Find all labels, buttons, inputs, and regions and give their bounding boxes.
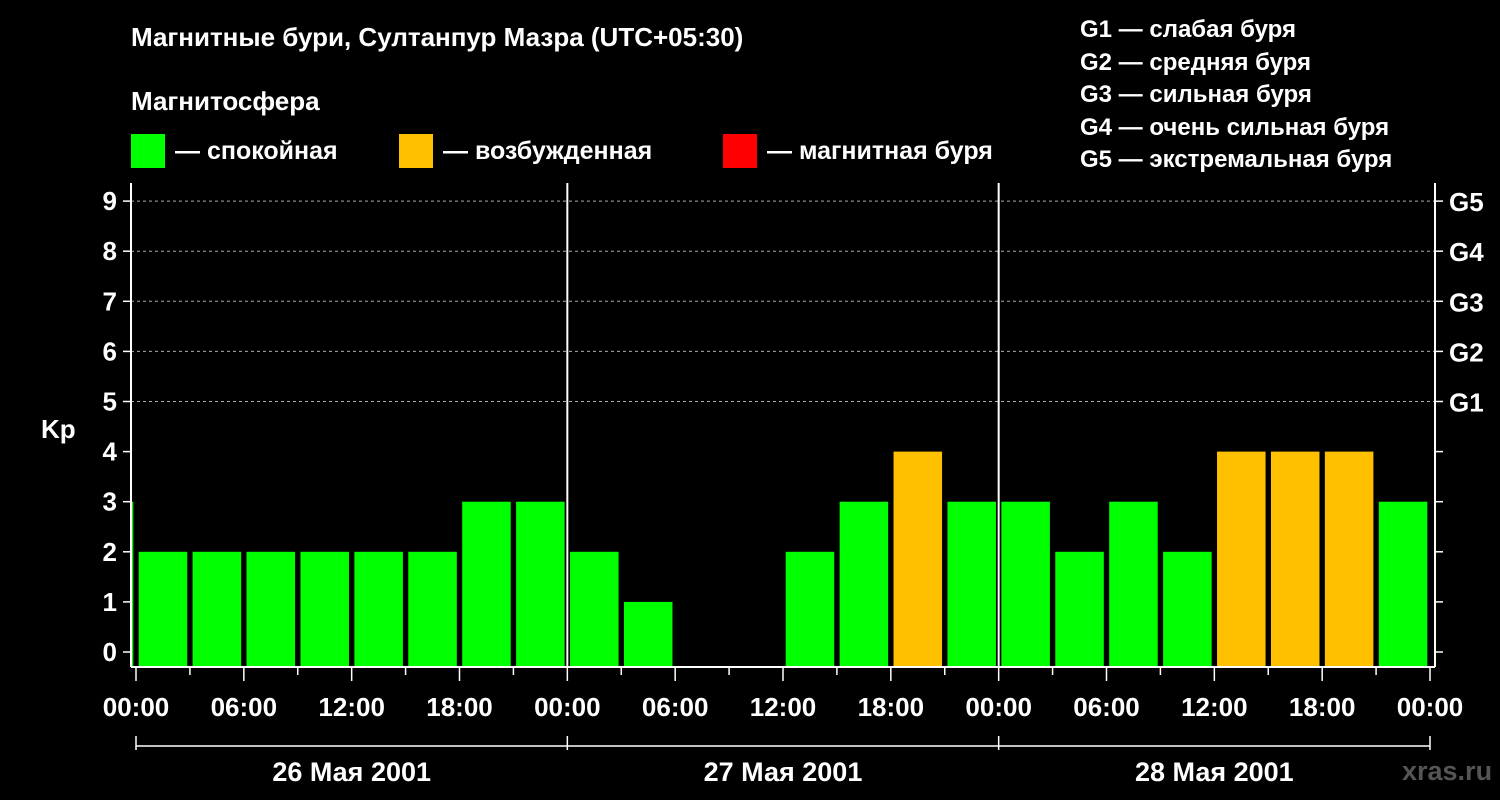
kp-bar-20 (1163, 551, 1212, 667)
x-tick-label-9: 06:00 (1073, 692, 1140, 722)
kp-bar-15 (893, 451, 943, 667)
x-tick-label-0: 00:00 (103, 692, 170, 722)
y-tick-label-7: 7 (103, 286, 117, 316)
x-tick-label-11: 18:00 (1289, 692, 1356, 722)
kp-bar-1 (138, 551, 188, 667)
bars-group (132, 451, 1428, 667)
g-tick-label-g4: G4 (1449, 237, 1484, 267)
x-tick-label-4: 00:00 (534, 692, 601, 722)
y-tick-label-1: 1 (103, 587, 117, 617)
y-tick-label-0: 0 (103, 637, 117, 667)
y-tick-label-8: 8 (103, 236, 117, 266)
kp-bar-21 (1217, 451, 1266, 667)
x-tick-label-1: 06:00 (211, 692, 278, 722)
g-tick-label-g5: G5 (1449, 187, 1484, 217)
x-tick-label-2: 12:00 (318, 692, 385, 722)
x-tick-label-7: 18:00 (858, 692, 925, 722)
y-axis-label: Kp (41, 414, 76, 444)
kp-bar-18 (1055, 551, 1104, 667)
y-tick-label-5: 5 (103, 387, 117, 417)
kp-bar-13 (785, 551, 835, 667)
kp-bar-24 (1378, 501, 1428, 667)
kp-bar-2 (192, 551, 242, 667)
kp-index-chart: 0 1 2 3 4 5 6 7 8 9 G1 G2 G3 G4 G5 Kp 00:00 06:00 12:00 18:… (41, 183, 1484, 787)
kp-bar-6 (408, 551, 457, 667)
kp-bar-14 (839, 501, 889, 667)
y-tick-label-6: 6 (103, 336, 117, 366)
x-tick-label-5: 06:00 (642, 692, 709, 722)
kp-bar-8 (516, 501, 565, 667)
day-label-3: 28 Мая 2001 (1135, 757, 1294, 787)
x-tick-label-12: 00:00 (1397, 692, 1464, 722)
kp-bar-19 (1109, 501, 1158, 667)
watermark: xras.ru (1402, 756, 1493, 786)
g-tick-label-g2: G2 (1449, 337, 1484, 367)
y-tick-label-4: 4 (103, 437, 118, 467)
kp-bar-22 (1270, 451, 1320, 667)
kp-bar-10 (623, 601, 673, 667)
y-tick-label-9: 9 (103, 186, 117, 216)
kp-bar-17 (1001, 501, 1050, 667)
kp-bar-4 (300, 551, 349, 667)
kp-bar-7 (462, 501, 511, 667)
day-label-1: 26 Мая 2001 (272, 757, 431, 787)
y-tick-label-2: 2 (103, 537, 117, 567)
kp-bar-16 (947, 501, 996, 667)
x-tick-label-8: 00:00 (965, 692, 1032, 722)
x-tick-label-6: 12:00 (750, 692, 817, 722)
kp-bar-5 (354, 551, 403, 667)
day-label-2: 27 Мая 2001 (704, 757, 863, 787)
kp-bar-3 (246, 551, 296, 667)
x-tick-label-10: 12:00 (1181, 692, 1248, 722)
g-tick-label-g3: G3 (1449, 287, 1484, 317)
kp-bar-23 (1324, 451, 1374, 667)
x-tick-label-3: 18:00 (426, 692, 493, 722)
g-tick-label-g1: G1 (1449, 388, 1484, 418)
kp-bar-9 (570, 551, 619, 667)
y-tick-label-3: 3 (103, 487, 117, 517)
